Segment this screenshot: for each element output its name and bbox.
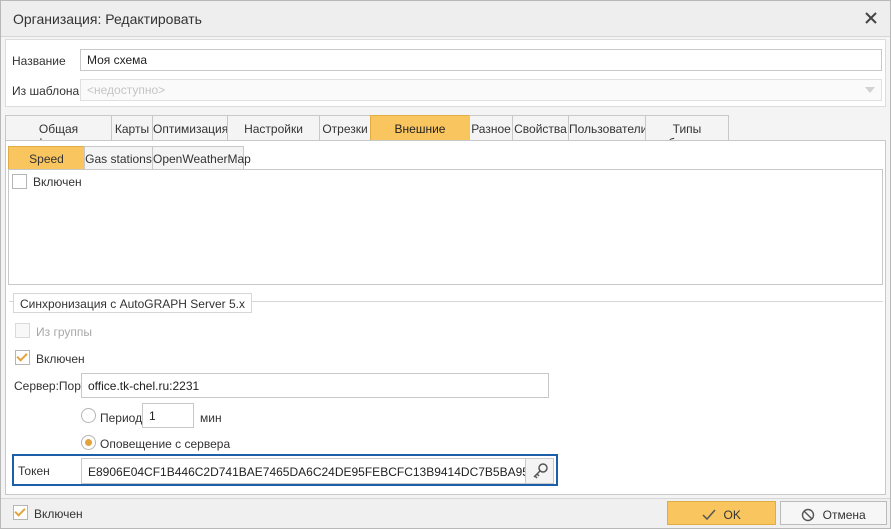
tab-object-types[interactable]: Типы объектов [645,115,729,150]
subtab-openweathermap[interactable]: OpenWeatherMap [152,146,251,170]
notify-label: Оповещение с сервера [100,437,231,451]
from-group-label: Из группы [36,325,92,339]
token-key-button[interactable] [525,459,553,483]
sync-enabled-label: Включен [36,352,85,366]
speed-camera-enabled-label: Включен [33,175,82,189]
server-port-input[interactable]: office.tk-chel.ru:2231 [81,373,549,398]
speed-camera-enabled-checkbox[interactable] [12,174,27,189]
name-input[interactable]: Моя схема [80,49,882,71]
token-input[interactable]: E8906E04CF1B446C2D741BAE7465DA6C24DE95FE… [81,458,554,484]
period-radio[interactable] [81,408,96,423]
token-value: E8906E04CF1B446C2D741BAE7465DA6C24DE95FE… [88,465,529,479]
server-port-label: Сервер:Порт [14,379,87,393]
ok-label: OK [723,507,741,522]
sync-legend: Синхронизация с AutoGRAPH Server 5.x [13,293,252,313]
template-select: <недоступно> [80,79,882,101]
chevron-down-icon [865,87,875,93]
period-label: Период [100,411,143,425]
dialog-footer: Включен OK Отмена [1,498,890,528]
tab-general[interactable]: Общая информация [5,115,112,150]
title-bar: Организация: Редактировать [1,1,890,37]
cancel-button[interactable]: Отмена [780,501,887,525]
cancel-label: Отмена [822,507,866,522]
radio-selected-icon [85,439,92,446]
header-form: Название Моя схема Из шаблона <недоступн… [5,39,886,107]
organization-edit-dialog: Организация: Редактировать Название Моя … [0,0,891,529]
token-label: Токен [18,464,50,478]
from-group-checkbox [15,323,30,338]
footer-enabled-label: Включен [34,507,83,521]
sync-enabled-checkbox[interactable] [15,350,30,365]
subtab-gas-stations[interactable]: Gas stations [84,146,153,170]
token-row: Токен E8906E04CF1B446C2D741BAE7465DA6C24… [12,454,558,486]
name-label: Название [12,54,66,68]
template-placeholder: <недоступно> [87,83,166,97]
footer-enabled-checkbox[interactable] [13,505,28,520]
check-icon [702,509,716,520]
close-icon[interactable] [862,9,880,27]
tab-users[interactable]: Пользователи [568,115,647,140]
external-services-panel: Speed camera Gas stations OpenWeatherMap… [5,140,886,495]
tab-misc[interactable]: Разное [469,115,513,140]
period-input[interactable]: 1 [142,403,194,428]
check-icon [14,505,26,517]
key-icon [533,463,548,479]
check-icon [16,350,28,362]
notify-radio[interactable] [81,435,96,450]
tab-external-services[interactable]: Внешние сервисы [370,115,470,150]
tab-optimization[interactable]: Оптимизация [152,115,228,140]
cancel-icon [802,508,815,522]
tab-maps[interactable]: Карты [111,115,153,140]
template-label: Из шаблона [12,84,80,98]
dialog-title: Организация: Редактировать [13,11,202,27]
subtab-speed-camera[interactable]: Speed camera [8,146,85,180]
period-unit: мин [200,411,222,425]
tab-segments[interactable]: Отрезки [319,115,371,140]
speed-camera-panel: Включен [8,169,883,285]
tab-hint-settings[interactable]: Настройки хинта [227,115,320,150]
ok-button[interactable]: OK [667,501,776,525]
tab-properties[interactable]: Свойства [512,115,569,140]
